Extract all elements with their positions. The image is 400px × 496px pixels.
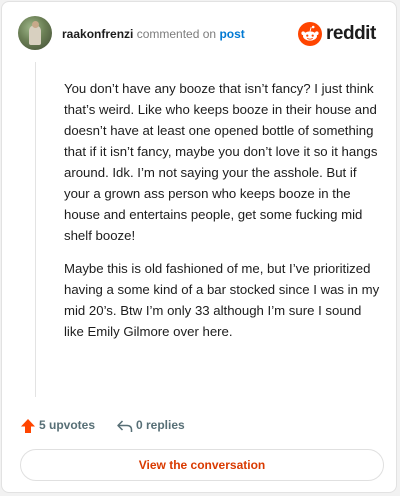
avatar-figure <box>29 25 41 45</box>
reddit-logo[interactable]: reddit <box>298 22 384 46</box>
reddit-snoo-icon <box>298 22 322 46</box>
view-conversation-button[interactable]: View the conversation <box>20 449 384 481</box>
comment-actions: 5 upvotes 0 replies <box>20 416 380 436</box>
comment-card: raakonfrenzi commented on post reddit Yo… <box>1 1 397 493</box>
avatar[interactable] <box>18 16 52 50</box>
comment-header: raakonfrenzi commented on post reddit <box>18 16 384 52</box>
upvote-count: 5 upvotes <box>39 418 96 432</box>
reply-arrow-icon <box>117 420 133 432</box>
username-link[interactable]: raakonfrenzi <box>62 27 133 41</box>
avatar-head <box>32 21 39 28</box>
replies-count: 0 replies <box>136 418 185 432</box>
post-link[interactable]: post <box>219 27 244 41</box>
comment-meta: raakonfrenzi commented on post <box>62 27 245 41</box>
thread-line <box>35 62 36 397</box>
reddit-wordmark: reddit <box>326 23 376 44</box>
commented-on-text: commented on <box>136 27 217 41</box>
comment-paragraph: You don’t have any booze that isn’t fanc… <box>64 81 378 243</box>
comment-paragraph: Maybe this is old fashioned of me, but I… <box>64 261 380 339</box>
comment-body: You don’t have any booze that isn’t fanc… <box>64 78 384 354</box>
upvote-arrow-icon <box>21 419 35 433</box>
